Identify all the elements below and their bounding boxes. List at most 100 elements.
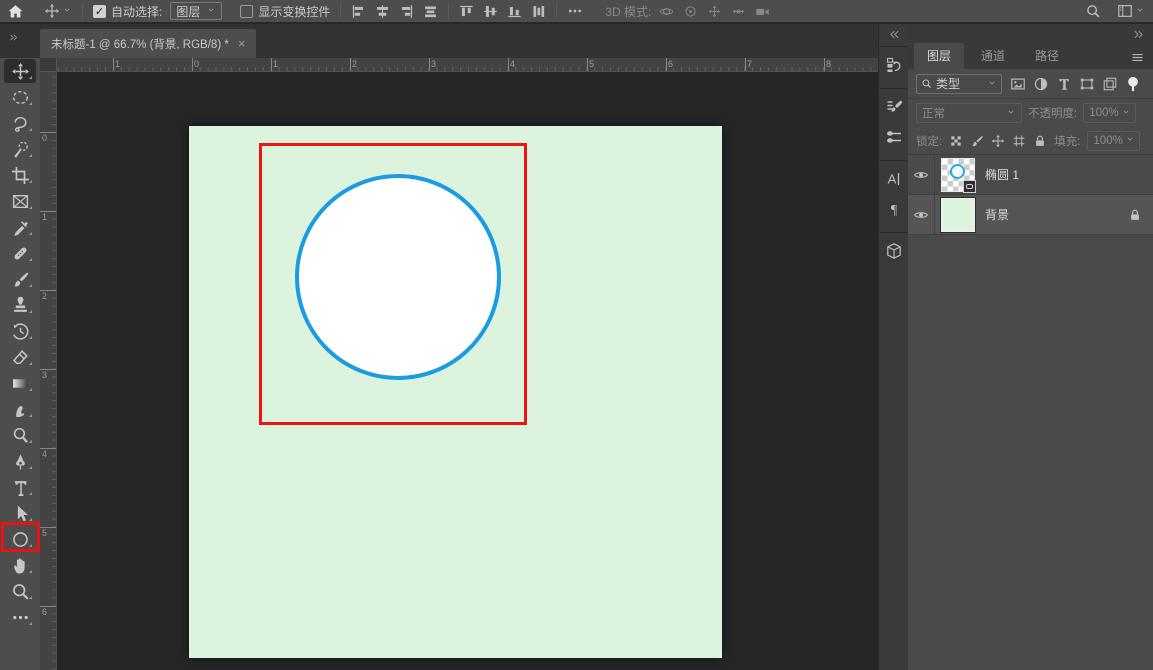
workspace-switcher-button[interactable]: [1117, 3, 1133, 19]
gradient-tool[interactable]: [0, 370, 40, 396]
clone-stamp-tool[interactable]: [0, 292, 40, 318]
filter-image-button[interactable]: [1010, 76, 1026, 92]
chevron-down-icon[interactable]: [62, 4, 72, 18]
lock-position-button[interactable]: [991, 134, 1005, 148]
layer-row-ellipse[interactable]: 椭圆 1: [908, 155, 1153, 195]
3d-slide-button[interactable]: [731, 4, 746, 19]
3d-roll-button[interactable]: [683, 4, 698, 19]
panel-tab-layers[interactable]: 图层: [914, 43, 964, 69]
move-tool[interactable]: [0, 58, 40, 84]
horizontal-ruler[interactable]: 1012345678: [57, 58, 878, 72]
lock-paint-button[interactable]: [970, 134, 984, 148]
type-tool[interactable]: [0, 474, 40, 500]
layer-thumbnail[interactable]: [941, 198, 975, 232]
3d-orbit-button[interactable]: [659, 4, 674, 19]
show-transform-checkbox[interactable]: [240, 5, 253, 18]
crop-tool[interactable]: [0, 162, 40, 188]
more-options-button[interactable]: [567, 3, 583, 19]
healing-brush-tool[interactable]: [0, 240, 40, 266]
paragraph-panel[interactable]: ¶: [885, 200, 903, 218]
edit-toolbar-button[interactable]: [0, 604, 40, 630]
align-left-edges-button[interactable]: [351, 4, 366, 19]
vertical-ruler[interactable]: 0123456: [40, 72, 57, 670]
filter-adjustment-button[interactable]: [1033, 76, 1049, 92]
document-canvas[interactable]: [189, 126, 722, 658]
panel-menu-icon[interactable]: [1130, 50, 1145, 65]
distribute-horizontal-button[interactable]: [423, 4, 438, 19]
close-tab-button[interactable]: ×: [238, 36, 246, 51]
collapse-dock-icon[interactable]: [888, 28, 901, 41]
divider: [556, 3, 557, 19]
smudge-tool[interactable]: [0, 396, 40, 422]
3d-camera-icon: [755, 4, 770, 19]
3d-camera-button[interactable]: [755, 4, 770, 19]
auto-select-target-dropdown[interactable]: 图层: [170, 2, 222, 20]
lock-all-button[interactable]: [1033, 134, 1047, 148]
filter-pin-button[interactable]: [1125, 76, 1141, 92]
brush-settings-panel[interactable]: [885, 98, 903, 116]
type-icon: [11, 478, 30, 497]
brushes-panel[interactable]: [885, 128, 903, 146]
ruler-corner[interactable]: [40, 58, 57, 72]
tools-panel: [0, 58, 40, 670]
document-tab[interactable]: 未标题-1 @ 66.7% (背景, RGB/8) * ×: [40, 29, 256, 58]
dodge-tool[interactable]: [0, 422, 40, 448]
eyedropper-tool[interactable]: [0, 214, 40, 240]
layer-row-background[interactable]: 背景: [908, 195, 1153, 235]
align-horizontal-centers-button[interactable]: [375, 4, 390, 19]
align-bottom-edges-button[interactable]: [507, 4, 522, 19]
lock-transparent-icon: [949, 134, 963, 148]
filter-pin-icon: [1125, 76, 1141, 92]
character-panel[interactable]: A: [885, 170, 903, 188]
quick-selection-tool[interactable]: [0, 136, 40, 162]
lock-transparent-button[interactable]: [949, 134, 963, 148]
align-horizontal-centers-icon: [375, 4, 390, 19]
path-selection-tool[interactable]: [0, 500, 40, 526]
history-panel[interactable]: [885, 56, 903, 74]
ellipse-tool[interactable]: [0, 526, 40, 552]
zoom-tool[interactable]: [0, 578, 40, 604]
blend-row: 正常 不透明度: 100%: [908, 99, 1153, 127]
3d-panel[interactable]: [885, 242, 903, 260]
brush-tool[interactable]: [0, 266, 40, 292]
filter-type-dropdown[interactable]: 类型: [916, 74, 1002, 94]
zoom-icon: [11, 582, 30, 601]
filter-shape-button[interactable]: [1079, 76, 1095, 92]
layer-visibility-toggle[interactable]: [908, 195, 935, 234]
hand-tool[interactable]: [0, 552, 40, 578]
filter-smart-button[interactable]: [1102, 76, 1118, 92]
gradient-icon: [11, 374, 30, 393]
3d-pan-button[interactable]: [707, 4, 722, 19]
layer-thumbnail[interactable]: [941, 158, 975, 192]
toolbar-expand-icon[interactable]: [8, 32, 19, 43]
align-top-edges-button[interactable]: [459, 4, 474, 19]
opacity-select[interactable]: 100%: [1083, 103, 1136, 123]
lock-artboard-button[interactable]: [1012, 134, 1026, 148]
layer-filter-row: 类型: [908, 69, 1153, 99]
ruler-label: 1: [273, 59, 278, 69]
lasso-tool[interactable]: [0, 110, 40, 136]
home-button[interactable]: [7, 3, 24, 20]
align-vertical-centers-button[interactable]: [483, 4, 498, 19]
auto-select-checkbox[interactable]: [93, 5, 106, 18]
align-right-edges-button[interactable]: [399, 4, 414, 19]
search-button[interactable]: [1085, 3, 1101, 19]
pen-tool[interactable]: [0, 448, 40, 474]
layer-lock-icon[interactable]: [1128, 208, 1142, 222]
move-tool-option-button[interactable]: [44, 3, 60, 19]
layer-visibility-toggle[interactable]: [908, 155, 935, 194]
fill-select[interactable]: 100%: [1087, 131, 1140, 151]
marquee-tool[interactable]: [0, 84, 40, 110]
panel-tab-channels[interactable]: 通道: [968, 43, 1018, 69]
chevron-down-icon[interactable]: [1135, 4, 1145, 18]
frame-tool[interactable]: [0, 188, 40, 214]
panel-tab-paths[interactable]: 路径: [1022, 43, 1072, 69]
align-vertical-centers-icon: [483, 4, 498, 19]
filter-type-button[interactable]: [1056, 76, 1072, 92]
filter-adjustment-icon: [1033, 76, 1049, 92]
history-brush-tool[interactable]: [0, 318, 40, 344]
collapse-panels-icon[interactable]: [1132, 28, 1145, 41]
eraser-tool[interactable]: [0, 344, 40, 370]
distribute-vertical-button[interactable]: [531, 4, 546, 19]
blend-mode-select[interactable]: 正常: [916, 103, 1022, 123]
